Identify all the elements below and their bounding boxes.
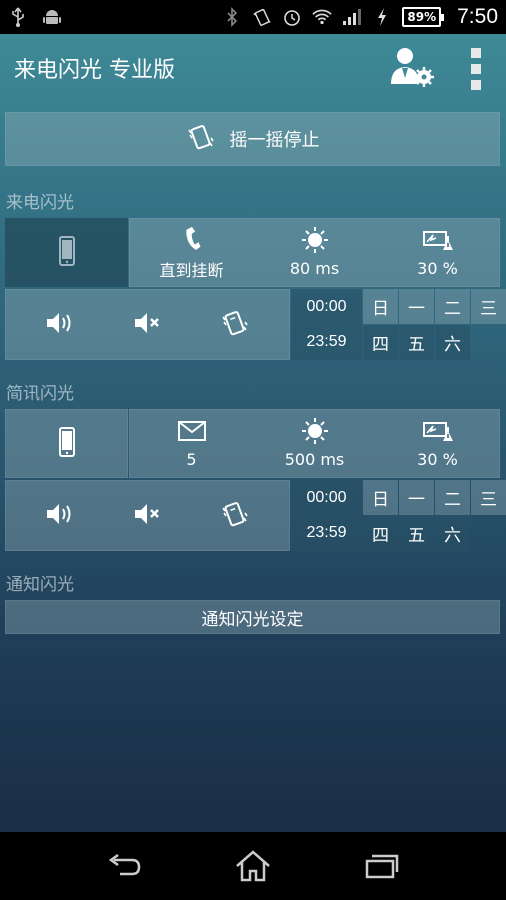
call-day-mon[interactable]: 一 xyxy=(399,289,434,324)
call-day-tue[interactable]: 二 xyxy=(435,289,470,324)
sms-flash-toggle[interactable] xyxy=(5,409,128,478)
status-bar: 89% 7:50 xyxy=(0,0,506,34)
call-settings-row: 直到挂断 80 ms 30 % xyxy=(5,218,500,287)
sms-day-thu[interactable]: 四 xyxy=(363,516,398,551)
sms-day-sun[interactable]: 日 xyxy=(363,480,398,515)
call-day-thu[interactable]: 四 xyxy=(363,325,398,360)
notify-section-label: 通知闪光 xyxy=(6,575,74,595)
call-day-sat[interactable]: 六 xyxy=(435,325,470,360)
battery-warning-icon xyxy=(422,227,453,253)
sms-day-tue[interactable]: 二 xyxy=(435,480,470,515)
status-time: 7:50 xyxy=(457,5,498,28)
sms-sound-options xyxy=(5,480,291,551)
mute-icon[interactable] xyxy=(133,502,163,530)
shake-stop-label: 摇一摇停止 xyxy=(229,130,320,151)
sms-time-range[interactable]: 00:00 23:59 xyxy=(291,480,362,551)
vibrate-icon xyxy=(252,7,272,27)
sms-schedule-row: 00:00 23:59 日 一 二 三 四 五 六 xyxy=(5,480,506,551)
call-day-wed[interactable]: 三 xyxy=(471,289,506,324)
back-icon[interactable] xyxy=(100,846,148,886)
call-day-selector: 日 一 二 三 四 五 六 xyxy=(363,289,506,360)
shake-phone-icon xyxy=(186,122,216,157)
phone-icon xyxy=(58,235,76,270)
call-flash-toggle[interactable] xyxy=(5,218,128,287)
battery-indicator: 89% xyxy=(402,7,444,27)
call-battery-value: 30 % xyxy=(417,259,458,278)
call-battery-setting[interactable]: 30 % xyxy=(376,219,499,286)
call-day-fri[interactable]: 五 xyxy=(399,325,434,360)
home-icon[interactable] xyxy=(229,846,277,886)
sms-day-mon[interactable]: 一 xyxy=(399,480,434,515)
recent-apps-icon[interactable] xyxy=(358,846,406,886)
call-info-panel: 直到挂断 80 ms 30 % xyxy=(129,218,500,287)
call-duration-value: 直到挂断 xyxy=(159,260,224,280)
sms-flash-speed-value: 500 ms xyxy=(284,450,345,469)
sound-on-icon[interactable] xyxy=(45,502,75,530)
sound-on-icon[interactable] xyxy=(45,311,75,339)
notify-settings-button[interactable]: 通知闪光设定 xyxy=(5,600,500,634)
call-flash-speed-value: 80 ms xyxy=(289,259,340,278)
bluetooth-icon xyxy=(222,7,242,27)
usb-icon xyxy=(8,7,28,27)
phone-icon xyxy=(58,426,76,461)
sms-flash-speed-setting[interactable]: 500 ms xyxy=(253,410,376,477)
phone-call-icon xyxy=(182,225,202,251)
vibrate-icon[interactable] xyxy=(220,308,250,342)
app-content: 来电闪光 专业版 摇一摇停止 来电闪光 直到挂断 80 ms 30 % 00:0… xyxy=(0,34,506,832)
call-sound-options xyxy=(5,289,291,360)
call-time-start[interactable]: 00:00 xyxy=(291,289,362,325)
sms-section-label: 简讯闪光 xyxy=(6,384,74,404)
sms-count-setting[interactable]: 5 xyxy=(130,410,253,477)
brightness-icon xyxy=(301,227,329,253)
sms-battery-setting[interactable]: 30 % xyxy=(376,410,499,477)
mute-icon[interactable] xyxy=(133,311,163,339)
sms-count-value: 5 xyxy=(186,450,197,469)
wifi-icon xyxy=(312,7,333,27)
call-day-sun[interactable]: 日 xyxy=(363,289,398,324)
sms-day-sat[interactable]: 六 xyxy=(435,516,470,551)
call-time-range[interactable]: 00:00 23:59 xyxy=(291,289,362,360)
sms-day-selector: 日 一 二 三 四 五 六 xyxy=(363,480,506,551)
sms-day-fri[interactable]: 五 xyxy=(399,516,434,551)
battery-warning-icon xyxy=(422,418,453,444)
android-icon xyxy=(42,7,62,27)
call-duration-setting[interactable]: 直到挂断 xyxy=(130,219,253,286)
brightness-icon xyxy=(301,418,329,444)
navigation-bar xyxy=(0,832,506,900)
call-section-label: 来电闪光 xyxy=(6,193,74,213)
sms-time-start[interactable]: 00:00 xyxy=(291,480,362,516)
overflow-menu-icon[interactable] xyxy=(466,48,486,90)
call-schedule-row: 00:00 23:59 日 一 二 三 四 五 六 xyxy=(5,289,506,360)
vibrate-icon[interactable] xyxy=(220,499,250,533)
app-title: 来电闪光 专业版 xyxy=(14,58,175,83)
signal-icon xyxy=(342,7,362,27)
shake-stop-button[interactable]: 摇一摇停止 xyxy=(5,112,500,166)
alarm-icon xyxy=(282,7,302,27)
sms-day-wed[interactable]: 三 xyxy=(471,480,506,515)
action-bar: 来电闪光 专业版 xyxy=(0,34,506,102)
sms-battery-value: 30 % xyxy=(417,450,458,469)
user-settings-icon[interactable] xyxy=(388,46,434,90)
sms-time-end[interactable]: 23:59 xyxy=(291,516,362,552)
charging-icon xyxy=(372,7,392,27)
sms-info-panel: 5 500 ms 30 % xyxy=(129,409,500,478)
sms-settings-row: 5 500 ms 30 % xyxy=(5,409,500,478)
call-time-end[interactable]: 23:59 xyxy=(291,325,362,361)
mail-icon xyxy=(177,418,206,444)
call-flash-speed-setting[interactable]: 80 ms xyxy=(253,219,376,286)
